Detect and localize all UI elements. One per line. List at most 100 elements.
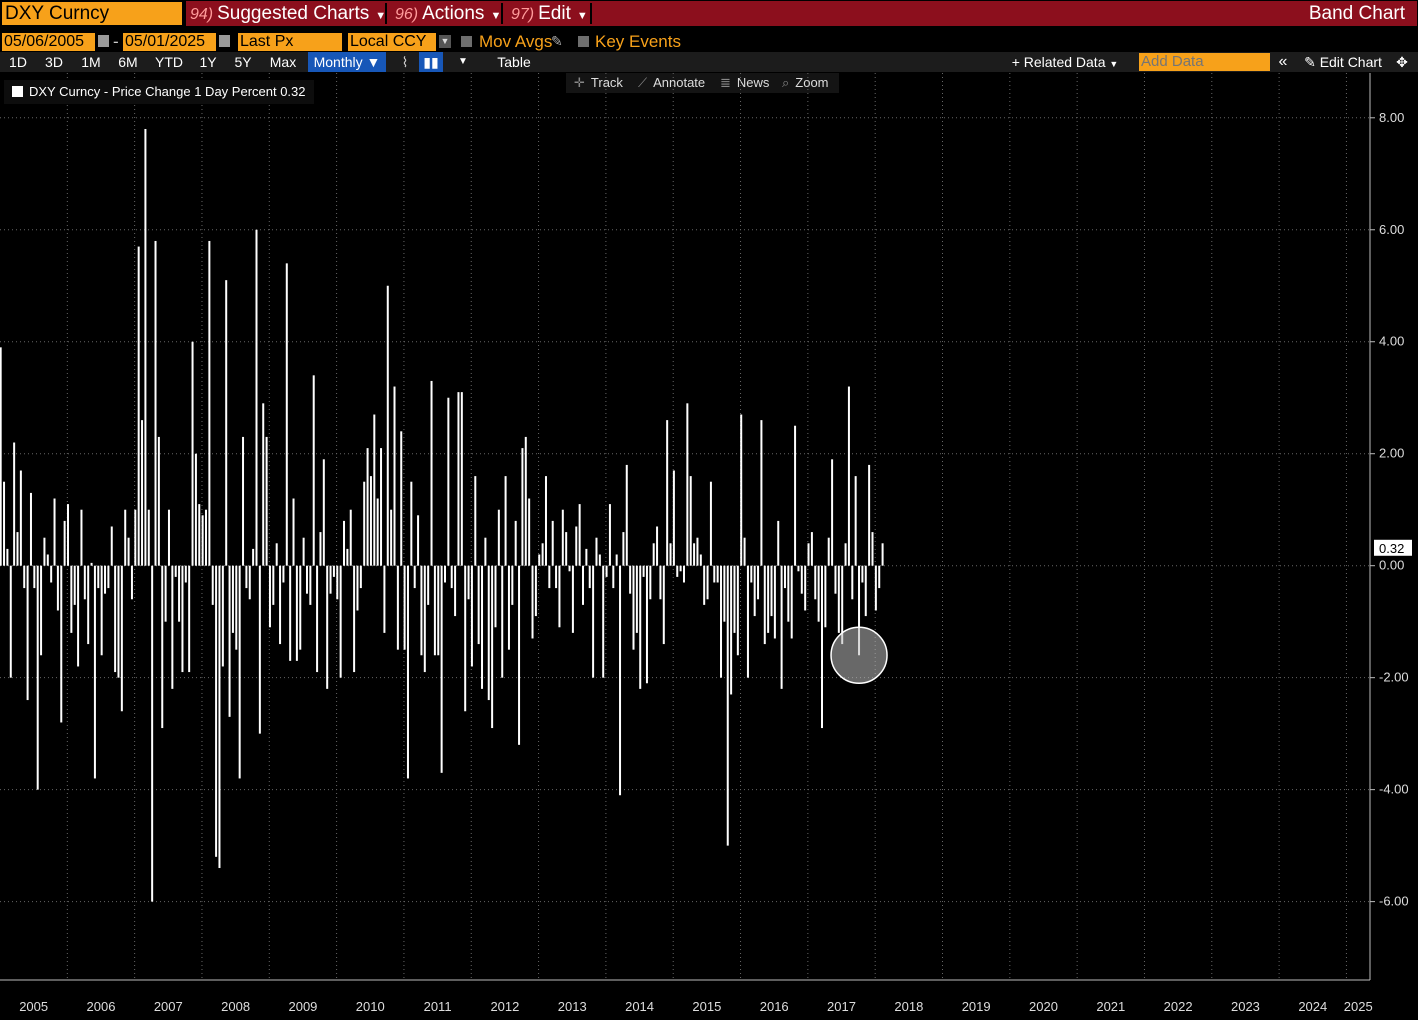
bar [851, 565, 854, 600]
x-tick-label: 2021 [1096, 999, 1125, 1014]
bar [353, 565, 356, 673]
bar [346, 548, 349, 566]
bar [447, 397, 450, 566]
bar [376, 498, 379, 566]
bar [760, 420, 763, 566]
bar [693, 543, 696, 566]
bar [740, 414, 743, 566]
bar [262, 403, 265, 566]
bar [831, 459, 834, 566]
bar [844, 543, 847, 566]
bar [861, 565, 864, 583]
bar [484, 537, 487, 566]
bar [524, 436, 527, 566]
x-tick-label: 2019 [962, 999, 991, 1014]
legend-swatch [12, 86, 23, 97]
bar [602, 565, 605, 678]
bar [467, 565, 470, 600]
bar [874, 565, 877, 611]
bar [800, 565, 803, 594]
bar [703, 565, 706, 605]
bar [336, 565, 339, 600]
bar [780, 565, 783, 689]
bar [558, 565, 561, 628]
bar [834, 565, 837, 594]
bar [575, 526, 578, 566]
bar [309, 565, 312, 605]
bar [134, 509, 137, 566]
bar [90, 562, 93, 566]
bar [474, 476, 477, 566]
bar [332, 565, 335, 577]
bar [423, 565, 426, 673]
bar [211, 565, 214, 605]
x-tick-label: 2014 [625, 999, 654, 1014]
bar [783, 565, 786, 589]
bar [491, 565, 494, 729]
bar [481, 565, 484, 689]
bar [733, 565, 736, 633]
bar [730, 565, 733, 695]
bar [753, 565, 756, 617]
bar [19, 470, 22, 566]
bar [13, 442, 16, 566]
bar [87, 565, 90, 645]
bar [292, 498, 295, 566]
bar [282, 565, 285, 583]
bar-chart[interactable]: -6.00 -4.00 -2.00 0.00 2.00 4.00 6.00 8.00 0.32 2… [0, 0, 1418, 1020]
bar [147, 509, 150, 566]
bar [585, 548, 588, 566]
bar [295, 565, 298, 661]
bar [767, 565, 770, 633]
bar [380, 448, 383, 566]
bar [228, 565, 231, 717]
bar [555, 565, 558, 589]
bar [312, 375, 315, 566]
bar [565, 532, 568, 566]
bar [807, 543, 810, 566]
legend-label: DXY Curncy - Price Change 1 Day Percent … [29, 84, 306, 99]
bar [36, 565, 39, 790]
bar [595, 537, 598, 566]
bar [443, 565, 446, 583]
y-tick-label: -2.00 [1379, 670, 1409, 685]
bar [299, 565, 302, 650]
bar [26, 565, 29, 701]
x-tick-label: 2025 [1344, 999, 1373, 1014]
bar [413, 565, 416, 589]
bar [390, 509, 393, 566]
bar [174, 565, 177, 577]
bar [66, 504, 69, 566]
chart-legend[interactable]: DXY Curncy - Price Change 1 Day Percent … [4, 80, 314, 104]
bar [437, 565, 440, 656]
bar [127, 537, 130, 566]
bar [63, 520, 66, 566]
bar [723, 565, 726, 622]
bar [787, 565, 790, 622]
bar [238, 565, 241, 779]
bar [709, 481, 712, 566]
bar [507, 565, 510, 650]
bar [639, 565, 642, 689]
bar [551, 520, 554, 566]
bar [706, 565, 709, 600]
bar [171, 565, 174, 689]
bar [854, 476, 857, 566]
x-tick-label: 2023 [1231, 999, 1260, 1014]
bar [60, 565, 63, 723]
bar [198, 504, 201, 566]
bar [201, 515, 204, 566]
bar [396, 565, 399, 650]
x-tick-label: 2018 [894, 999, 923, 1014]
bar [77, 565, 80, 667]
bar [548, 565, 551, 589]
bar [817, 565, 820, 622]
bar [470, 565, 473, 667]
bar [521, 448, 524, 566]
bar [326, 565, 329, 689]
bar [6, 548, 9, 566]
bar [827, 537, 830, 566]
bar [615, 554, 618, 566]
bar [821, 565, 823, 729]
bar [80, 509, 83, 566]
